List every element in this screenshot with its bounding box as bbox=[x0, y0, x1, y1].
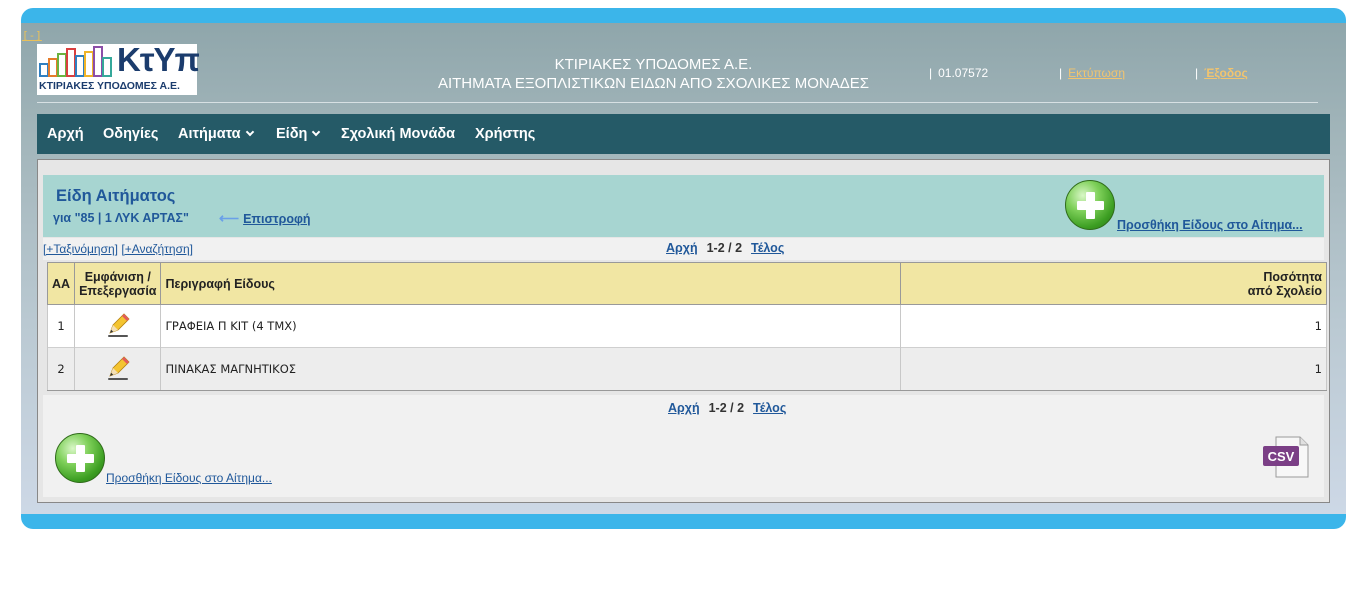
col-header-edit[interactable]: Εμφάνιση / Επεξεργασία bbox=[74, 262, 162, 305]
row-edit-cell bbox=[74, 347, 162, 391]
table-row[interactable]: 2 ΠΙΝΑΚΑΣ ΜΑΓΝΗΤΙΚΟΣ 1 bbox=[46, 347, 1327, 391]
nav-items-label: Είδη bbox=[276, 126, 308, 142]
sort-toggle[interactable]: [+Ταξινόμηση] bbox=[43, 242, 118, 256]
pager-first-link[interactable]: Αρχή bbox=[668, 401, 700, 415]
pager-count: 1-2 / 2 bbox=[706, 241, 743, 255]
nav-user[interactable]: Χρήστης bbox=[475, 114, 535, 154]
col-header-description[interactable]: Περιγραφή Είδους bbox=[160, 262, 902, 305]
col-header-qty-line1: Ποσότητα bbox=[1263, 269, 1322, 284]
print-link[interactable]: Εκτύπωση bbox=[1068, 66, 1125, 80]
pager-first-link[interactable]: Αρχή bbox=[666, 241, 698, 255]
row-quantity: 1 bbox=[900, 347, 1327, 391]
bottom-panel: Αρχή 1-2 / 2 Τέλος Προσθήκη Είδους στο Αίτ… bbox=[43, 395, 1324, 497]
col-header-edit-line2: Επεξεργασία bbox=[79, 283, 157, 298]
header-separator: | bbox=[1059, 66, 1063, 80]
main-content: Είδη Αιτήματος για "85 | 1 ΛΥΚ ΑΡΤΑΣ" ⟵ Ε… bbox=[37, 159, 1330, 503]
table-header-row: ΑΑ Εμφάνιση / Επεξεργασία Περιγραφή Είδο… bbox=[46, 262, 1327, 305]
pager-top: Αρχή 1-2 / 2 Τέλος bbox=[666, 241, 784, 255]
header-title-line1: ΚΤΙΡΙΑΚΕΣ ΥΠΟΔΟΜΕΣ Α.Ε. bbox=[554, 56, 753, 73]
back-arrow-icon: ⟵ bbox=[219, 210, 240, 226]
page-header-title: ΚΤΙΡΙΑΚΕΣ ΥΠΟΔΟΜΕΣ Α.Ε. ΑΙΤΗΜΑΤΑ ΕΞΟΠΛΙΣ… bbox=[321, 55, 986, 93]
main-nav: Αρχή Οδηγίες Αιτήματα Είδη Σχολική Μονάδ… bbox=[37, 114, 1330, 154]
chevron-down-icon bbox=[245, 127, 254, 137]
header-divider bbox=[37, 102, 1318, 103]
add-item-link-top[interactable]: Προσθήκη Είδους στο Αίτημα... bbox=[1117, 218, 1303, 232]
nav-requests[interactable]: Αιτήματα bbox=[178, 114, 254, 154]
user-code-value: 01.07572 bbox=[938, 66, 989, 80]
header-separator: | bbox=[1195, 66, 1199, 80]
logo-brand: ΚτΥπ bbox=[117, 41, 200, 78]
col-header-quantity[interactable]: Ποσότητα από Σχολείο bbox=[900, 262, 1327, 305]
toolbar-top: [+Ταξινόμηση] [+Αναζήτηση] Αρχή 1-2 / 2 Τέ… bbox=[43, 238, 1324, 260]
header-separator: | bbox=[929, 66, 933, 80]
row-description: ΠΙΝΑΚΑΣ ΜΑΓΝΗΤΙΚΟΣ bbox=[160, 347, 902, 391]
logo: ΚτΥπ ΚΤΙΡΙΑΚΕΣ ΥΠΟΔΟΜΕΣ Α.Ε. bbox=[37, 41, 200, 95]
pager-count: 1-2 / 2 bbox=[708, 401, 745, 415]
nav-instructions[interactable]: Οδηγίες bbox=[103, 114, 158, 154]
plus-circle-icon[interactable] bbox=[1065, 180, 1115, 230]
pager-last-link[interactable]: Τέλος bbox=[751, 241, 784, 255]
section-title: Είδη Αιτήματος bbox=[56, 187, 176, 205]
items-table: ΑΑ Εμφάνιση / Επεξεργασία Περιγραφή Είδο… bbox=[46, 262, 1327, 391]
collapse-toggle[interactable]: [-] bbox=[22, 29, 42, 42]
nav-items[interactable]: Είδη bbox=[276, 114, 321, 154]
table-row[interactable]: 1 ΓΡΑΦΕΙΑ Π ΚΙΤ (4 ΤΜΧ) 1 bbox=[46, 304, 1327, 348]
pager-bottom: Αρχή 1-2 / 2 Τέλος bbox=[668, 401, 786, 415]
row-edit-cell bbox=[74, 304, 162, 348]
logo-caption: ΚΤΙΡΙΑΚΕΣ ΥΠΟΔΟΜΕΣ Α.Ε. bbox=[39, 80, 180, 92]
col-header-aa[interactable]: ΑΑ bbox=[46, 262, 76, 305]
back-link[interactable]: ⟵ Επιστροφή bbox=[219, 210, 311, 227]
row-aa: 2 bbox=[46, 347, 76, 391]
chevron-down-icon bbox=[312, 127, 321, 137]
nav-school-unit[interactable]: Σχολική Μονάδα bbox=[341, 114, 455, 154]
row-aa: 1 bbox=[46, 304, 76, 348]
section-header: Είδη Αιτήματος για "85 | 1 ΛΥΚ ΑΡΤΑΣ" ⟵ Ε… bbox=[43, 175, 1324, 237]
add-item-link-bottom[interactable]: Προσθήκη Είδους στο Αίτημα... bbox=[106, 471, 272, 485]
col-header-qty-line2: από Σχολείο bbox=[1247, 283, 1322, 298]
plus-circle-icon[interactable] bbox=[55, 433, 105, 483]
user-code: | 01.07572 bbox=[929, 66, 988, 80]
row-description: ΓΡΑΦΕΙΑ Π ΚΙΤ (4 ΤΜΧ) bbox=[160, 304, 902, 348]
nav-requests-label: Αιτήματα bbox=[178, 126, 241, 142]
csv-label: CSV bbox=[1268, 449, 1295, 464]
app-inner: [-] ΚτΥπ ΚΤΙΡΙΑΚΕΣ ΥΠΟΔΟΜΕΣ Α.Ε. ΚΤΙΡΙΑΚ… bbox=[21, 23, 1346, 514]
header-title-line2: ΑΙΤΗΜΑΤΑ ΕΞΟΠΛΙΣΤΙΚΩΝ ΕΙΔΩΝ ΑΠΟ ΣΧΟΛΙΚΕΣ… bbox=[437, 75, 870, 92]
pencil-icon[interactable] bbox=[104, 311, 132, 339]
app-frame: [-] ΚτΥπ ΚΤΙΡΙΑΚΕΣ ΥΠΟΔΟΜΕΣ Α.Ε. ΚΤΙΡΙΑΚ… bbox=[21, 8, 1346, 529]
csv-file-icon[interactable]: CSV bbox=[1262, 436, 1310, 478]
sort-search-controls: [+Ταξινόμηση] [+Αναζήτηση] bbox=[43, 242, 193, 256]
pager-last-link[interactable]: Τέλος bbox=[753, 401, 786, 415]
print-item: | Εκτύπωση bbox=[1059, 66, 1125, 80]
section-subtitle: για "85 | 1 ΛΥΚ ΑΡΤΑΣ" bbox=[53, 211, 189, 225]
exit-link[interactable]: Έξοδος bbox=[1204, 66, 1248, 80]
col-header-edit-line1: Εμφάνιση / bbox=[84, 269, 151, 284]
back-link-label: Επιστροφή bbox=[243, 212, 311, 226]
row-quantity: 1 bbox=[900, 304, 1327, 348]
search-toggle[interactable]: [+Αναζήτηση] bbox=[121, 242, 193, 256]
nav-home[interactable]: Αρχή bbox=[47, 114, 84, 154]
pencil-icon[interactable] bbox=[104, 354, 132, 382]
exit-item: | Έξοδος bbox=[1195, 66, 1248, 80]
